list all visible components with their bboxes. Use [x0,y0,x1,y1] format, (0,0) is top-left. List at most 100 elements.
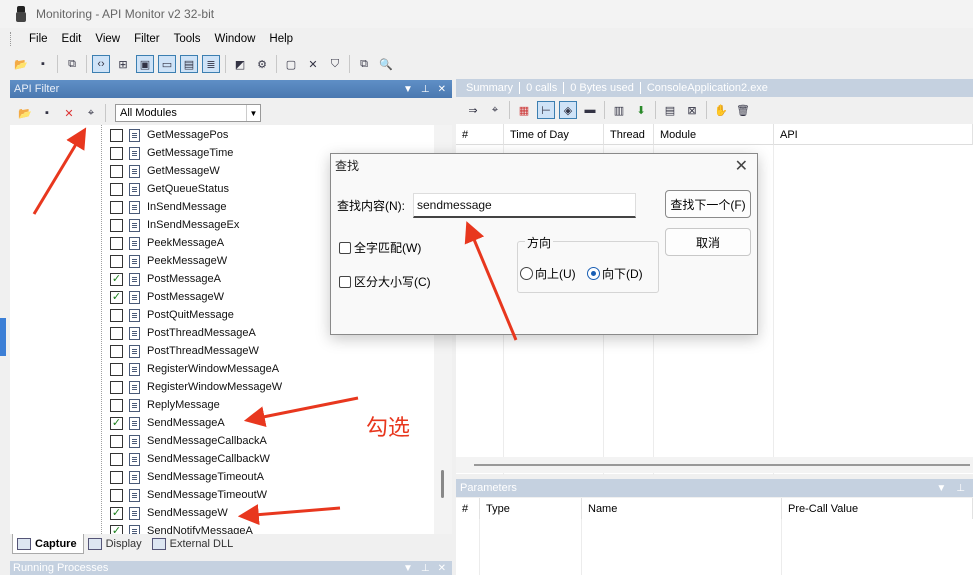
api-checkbox[interactable] [110,380,123,394]
tree-item[interactable]: PeekMessageW [110,252,227,270]
tree-item[interactable]: GetMessageTime [110,144,233,162]
tree-item[interactable]: PostThreadMessageW [110,342,259,360]
close-icon[interactable]: ✕ [438,563,446,574]
tree-item[interactable]: PostQuitMessage [110,306,234,324]
binoculars-icon[interactable]: ⌖ [82,104,100,122]
tree-item[interactable]: PostThreadMessageA [110,324,256,342]
pin-icon[interactable]: ⊥ [956,483,965,494]
api-checkbox[interactable] [110,128,123,142]
save-icon[interactable]: ▪ [38,104,56,122]
colors-icon[interactable]: ▦ [515,101,533,119]
checkbox-box[interactable] [339,275,351,288]
close-icon[interactable]: ✕ [438,84,446,95]
column-header[interactable]: # [456,124,504,145]
copy-pages-icon[interactable]: ⧉ [355,55,373,73]
open-icon[interactable]: 📂 [16,104,34,122]
scrollbar-thumb[interactable] [474,464,970,466]
export-icon[interactable]: ⬇ [632,101,650,119]
tree-item[interactable]: GetMessagePos [110,126,228,144]
hand-icon[interactable]: ✋ [712,101,730,119]
window-list-icon[interactable]: ▤ [180,55,198,73]
api-checkbox[interactable] [110,146,123,160]
find-next-button[interactable]: 查找下一个(F) [665,190,751,218]
summary-hscrollbar[interactable] [456,457,973,473]
code-icon[interactable]: ‹› [92,55,110,73]
tree-item[interactable]: PeekMessageA [110,234,224,252]
api-checkbox[interactable] [110,182,123,196]
pin-icon[interactable]: ⊥ [421,84,430,95]
direction-down-radio[interactable]: 向下(D) [587,265,643,282]
capture-icon[interactable]: ▣ [136,55,154,73]
tree-icon[interactable]: ⊞ [114,55,132,73]
api-checkbox[interactable] [110,326,123,340]
api-checkbox[interactable] [110,254,123,268]
checkbox-box[interactable] [339,241,351,254]
api-checkbox[interactable] [110,488,123,502]
binoculars-icon[interactable]: ⌖ [486,101,504,119]
radio-circle[interactable] [520,267,533,280]
column-header[interactable]: Name [582,498,782,519]
shield-icon[interactable]: ⛉ [326,55,344,73]
chevron-down-icon[interactable]: ▼ [246,105,260,121]
go-icon[interactable]: ⇒ [464,101,482,119]
delete-icon[interactable]: ✕ [60,104,78,122]
tree-item[interactable]: RegisterWindowMessageW [110,378,282,396]
page-search-icon[interactable]: 🔍 [377,55,395,73]
tree-item[interactable]: InSendMessageEx [110,216,239,234]
tree-item[interactable]: GetMessageW [110,162,220,180]
dropdown-arrow-icon[interactable]: ▼ [936,483,946,494]
menu-help[interactable]: Help [262,33,300,45]
scrollbar-thumb[interactable] [441,470,444,498]
copy-icon[interactable]: ⧉ [63,55,81,73]
api-checkbox[interactable] [110,362,123,376]
menu-edit[interactable]: Edit [55,33,89,45]
open-icon[interactable]: 📂 [12,55,30,73]
menu-view[interactable]: View [88,33,127,45]
column-header[interactable]: # [456,498,480,519]
api-checkbox[interactable] [110,236,123,250]
api-checkbox[interactable] [110,470,123,484]
tree-item[interactable]: InSendMessage [110,198,227,216]
column-header[interactable]: Thread [604,124,654,145]
save-icon[interactable]: ▪ [34,55,52,73]
tab-external-dll[interactable]: External DLL [148,534,240,554]
tree-item[interactable]: ✓ PostMessageA [110,270,221,288]
api-checkbox[interactable] [110,200,123,214]
tree-item[interactable]: SendMessageCallbackW [110,450,270,468]
api-checkbox[interactable]: ✓ [110,272,123,286]
api-checkbox[interactable]: ✓ [110,524,123,534]
column-header[interactable]: Module [654,124,774,145]
api-checkbox[interactable] [110,164,123,178]
module-select[interactable]: All Modules ▼ [115,104,261,122]
tree-item[interactable]: RegisterWindowMessageA [110,360,279,378]
api-checkbox[interactable] [110,398,123,412]
cancel-button[interactable]: 取消 [665,228,751,256]
direction-up-radio[interactable]: 向上(U) [520,265,576,282]
api-checkbox[interactable] [110,434,123,448]
menu-tools[interactable]: Tools [167,33,208,45]
tree-item[interactable]: SendMessageTimeoutW [110,486,267,504]
close-icon[interactable]: ✕ [735,156,748,176]
api-checkbox[interactable]: ✓ [110,506,123,520]
api-icon[interactable]: ▤ [661,101,679,119]
tree-item[interactable]: ✓ PostMessageW [110,288,224,306]
menu-window[interactable]: Window [208,33,263,45]
window-icon[interactable]: ▭ [158,55,176,73]
tab-capture[interactable]: Capture [12,534,84,554]
match-case-checkbox[interactable]: 区分大小写(C) [339,273,431,290]
whole-word-checkbox[interactable]: 全字匹配(W) [339,239,421,256]
clear-filter-icon[interactable]: ⊠ [683,101,701,119]
tree-item[interactable]: ✓ SendMessageW [110,504,228,522]
console-icon[interactable]: ▬ [581,101,599,119]
column-header[interactable]: Pre-Call Value [782,498,973,519]
tree-item[interactable]: ✓ SendMessageA [110,414,225,432]
stack-icon[interactable]: ≣ [202,55,220,73]
api-checkbox[interactable] [110,218,123,232]
monitor-icon[interactable]: ◩ [231,55,249,73]
tree-item[interactable]: SendMessageCallbackA [110,432,267,450]
columns-icon[interactable]: ▥ [610,101,628,119]
tree-item[interactable]: GetQueueStatus [110,180,229,198]
api-checkbox[interactable] [110,344,123,358]
tools-icon[interactable]: ✕ [304,55,322,73]
api-checkbox[interactable] [110,452,123,466]
